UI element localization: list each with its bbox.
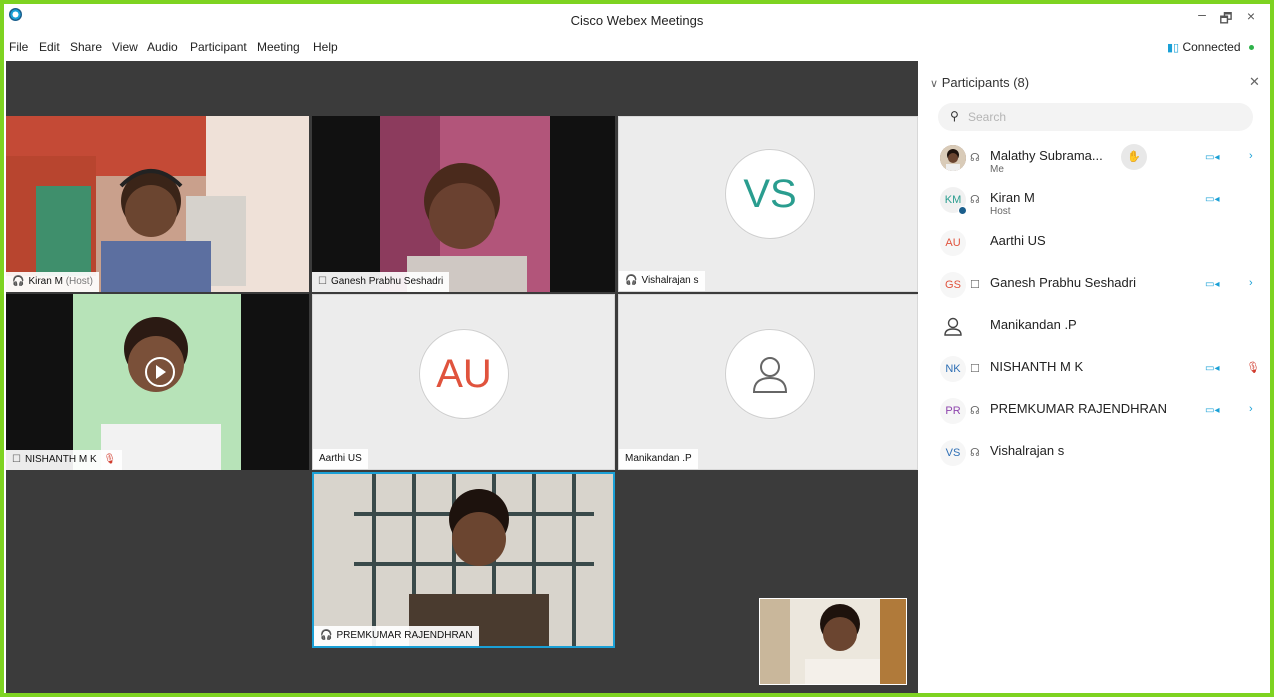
phone-icon: ☐	[318, 276, 327, 287]
participant-row-nishanth[interactable]: NK ☐ NISHANTH M K ▭◂ 🎙︎	[920, 350, 1270, 390]
menu-audio[interactable]: Audio	[147, 40, 178, 54]
initials-avatar: VS	[725, 149, 815, 239]
menu-view[interactable]: View	[112, 40, 138, 54]
signal-icon: ▮▯	[1167, 42, 1180, 54]
menu-participant[interactable]: Participant	[190, 40, 247, 54]
headset-icon: ☊	[970, 447, 980, 459]
chevron-down-icon: ∨	[930, 78, 939, 90]
participant-row-vishalrajan[interactable]: VS ☊ Vishalrajan s	[920, 434, 1270, 474]
participant-name-label: 🎧 Vishalrajan s	[619, 271, 705, 291]
participant-name-label: 🎧 Kiran M (Host)	[6, 272, 99, 292]
minimize-button[interactable]: –	[1191, 6, 1213, 22]
window-title: Cisco Webex Meetings	[570, 13, 704, 28]
menu-meeting[interactable]: Meeting	[257, 40, 300, 54]
ganesh-video-image	[312, 116, 615, 292]
participant-role: Me	[990, 164, 1004, 175]
participant-name: Manikandan .P	[990, 317, 1077, 332]
avatar	[940, 145, 966, 171]
kiran-video-image	[6, 116, 309, 292]
self-video-image	[760, 599, 906, 684]
presenter-badge-icon	[958, 206, 967, 215]
participants-panel: ∨ Participants (8) ✕ ⚲ ☊ Malathy Subrama…	[920, 61, 1270, 693]
chevron-right-icon[interactable]: ›	[1249, 403, 1253, 415]
avatar-tile-manikandan[interactable]: Manikandan .P	[618, 294, 918, 470]
video-tile-ganesh[interactable]: ☐ Ganesh Prabhu Seshadri	[312, 116, 615, 292]
video-tile-nishanth[interactable]: ☐ NISHANTH M K 🎙︎	[6, 294, 309, 470]
close-panel-button[interactable]: ✕	[1249, 74, 1260, 90]
search-icon: ⚲	[950, 109, 959, 123]
video-camera-icon[interactable]: ▭◂	[1205, 194, 1219, 205]
phone-icon: ☐	[970, 279, 980, 291]
title-bar: Cisco Webex Meetings – 🗗 ×	[4, 4, 1270, 34]
premkumar-video-image	[314, 474, 613, 646]
participant-name: Malathy Subrama...	[990, 148, 1103, 163]
headset-icon: ☊	[970, 405, 980, 417]
connection-status[interactable]: ▮▯ Connected	[1167, 40, 1254, 54]
video-tile-premkumar[interactable]: 🎧 PREMKUMAR RAJENDHRAN	[312, 472, 615, 648]
participant-name-label: 🎧 PREMKUMAR RAJENDHRAN	[314, 626, 479, 646]
chevron-right-icon[interactable]: ›	[1249, 277, 1253, 289]
menu-file[interactable]: File	[9, 40, 28, 54]
phone-icon: ☐	[970, 363, 980, 375]
initials-avatar: GS	[940, 272, 966, 298]
close-button[interactable]: ×	[1240, 8, 1262, 24]
participant-row-malathy[interactable]: ☊ Malathy Subrama... Me ✋ ▭◂ ›	[920, 139, 1270, 179]
participant-name: NISHANTH M K	[990, 359, 1084, 374]
participants-header[interactable]: ∨ Participants (8)	[930, 75, 1029, 90]
chevron-right-icon[interactable]: ›	[1249, 150, 1253, 162]
participant-name: Kiran M	[990, 190, 1035, 205]
participant-row-manikandan[interactable]: Manikandan .P	[920, 308, 1270, 348]
participant-name-label: ☐ Ganesh Prabhu Seshadri	[312, 272, 450, 292]
mic-muted-icon[interactable]: 🎙︎	[1246, 361, 1260, 374]
menu-edit[interactable]: Edit	[39, 40, 60, 54]
nishanth-video-image	[6, 294, 309, 470]
video-camera-icon[interactable]: ▭◂	[1205, 405, 1219, 416]
mic-muted-icon: 🎙︎	[103, 454, 117, 465]
participant-row-ganesh[interactable]: GS ☐ Ganesh Prabhu Seshadri ▭◂ ›	[920, 266, 1270, 306]
headset-icon: 🎧	[12, 276, 25, 287]
avatar-tile-vishalrajan[interactable]: VS 🎧 Vishalrajan s	[618, 116, 918, 292]
participant-name: Vishalrajan s	[990, 443, 1065, 458]
participant-row-premkumar[interactable]: PR ☊ PREMKUMAR RAJENDHRAN ▭◂ ›	[920, 392, 1270, 432]
person-icon	[725, 329, 815, 419]
search-input[interactable]	[968, 108, 1238, 126]
initials-avatar: PR	[940, 398, 966, 424]
menu-share[interactable]: Share	[70, 40, 102, 54]
search-box[interactable]: ⚲	[938, 103, 1253, 131]
video-camera-icon[interactable]: ▭◂	[1205, 363, 1219, 374]
headset-icon: ☊	[970, 194, 980, 206]
raise-hand-button[interactable]: ✋	[1121, 144, 1147, 170]
person-icon	[940, 314, 966, 340]
restore-button[interactable]: 🗗	[1215, 8, 1237, 32]
phone-icon: ☐	[12, 454, 21, 465]
avatar-tile-aarthi[interactable]: AU Aarthi US	[312, 294, 615, 470]
menu-help[interactable]: Help	[313, 40, 338, 54]
video-stage: 🎧 Kiran M (Host) ☐ Ganesh Prabhu Seshadri …	[6, 61, 918, 693]
participant-name-label: Aarthi US	[313, 449, 368, 469]
connection-label: Connected	[1182, 40, 1241, 54]
participant-role: Host	[990, 206, 1011, 217]
initials-avatar: VS	[940, 440, 966, 466]
video-tile-kiran[interactable]: 🎧 Kiran M (Host)	[6, 116, 309, 292]
participant-name-label: Manikandan .P	[619, 449, 698, 469]
menu-bar: File Edit Share View Audio Participant M…	[4, 37, 1270, 57]
headset-icon: 🎧	[320, 630, 333, 641]
initials-avatar: AU	[419, 329, 509, 419]
headset-icon: ☊	[970, 152, 980, 164]
participant-name: Ganesh Prabhu Seshadri	[990, 275, 1136, 290]
participant-row-kiran[interactable]: KM ☊ Kiran M Host ▭◂	[920, 181, 1270, 221]
connection-dot-icon	[1248, 45, 1254, 51]
initials-avatar: NK	[940, 356, 966, 382]
webex-window: Cisco Webex Meetings – 🗗 × File Edit Sha…	[4, 4, 1270, 693]
participant-name: PREMKUMAR RAJENDHRAN	[990, 401, 1167, 416]
self-view-video[interactable]	[759, 598, 907, 685]
participant-row-aarthi[interactable]: AU Aarthi US	[920, 224, 1270, 264]
initials-avatar: AU	[940, 230, 966, 256]
headset-icon: 🎧	[625, 275, 638, 286]
video-camera-icon[interactable]: ▭◂	[1205, 279, 1219, 290]
participant-name-label: ☐ NISHANTH M K 🎙︎	[6, 450, 123, 470]
video-camera-icon[interactable]: ▭◂	[1205, 152, 1219, 163]
participant-name: Aarthi US	[990, 233, 1046, 248]
